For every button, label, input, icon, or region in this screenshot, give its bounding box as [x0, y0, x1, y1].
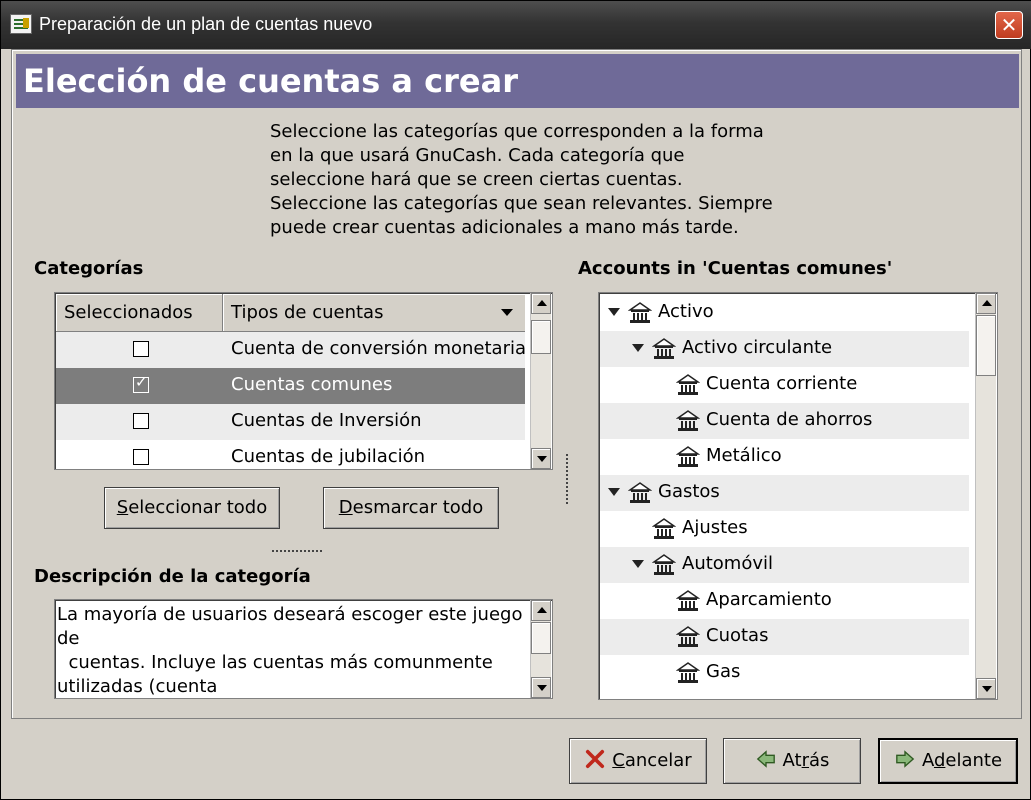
- tree-row[interactable]: Cuenta corriente: [600, 367, 969, 403]
- tree-row[interactable]: Gas: [600, 655, 969, 691]
- category-row[interactable]: Cuenta de conversión monetaria: [56, 332, 527, 368]
- categories-label: Categorías: [34, 258, 144, 279]
- bank-icon: [675, 445, 701, 469]
- cancel-button[interactable]: Cancelar: [569, 738, 707, 784]
- page-header: Elección de cuentas a crear: [16, 54, 1019, 108]
- assistant-window: Preparación de un plan de cuentas nuevo …: [0, 0, 1031, 800]
- tree-row[interactable]: Gastos: [600, 475, 969, 511]
- arrow-right-icon: [896, 750, 915, 768]
- scroll-down-icon[interactable]: [531, 677, 551, 698]
- intro-line: seleccione hará que se creen ciertas cue…: [270, 169, 683, 190]
- list-header-row: Seleccionados Tipos de cuentas: [56, 294, 525, 332]
- category-checkbox[interactable]: [133, 449, 149, 465]
- bank-icon: [651, 517, 677, 541]
- title-bar: Preparación de un plan de cuentas nuevo …: [1, 1, 1031, 49]
- tree-row[interactable]: Cuotas: [600, 619, 969, 655]
- page-body: Elección de cuentas a crear Seleccione l…: [11, 49, 1022, 719]
- scroll-up-icon[interactable]: [976, 293, 996, 314]
- intro-line: Seleccione las categorías que sean relev…: [270, 193, 773, 214]
- tree-row[interactable]: Ajustes: [600, 511, 969, 547]
- expander-icon[interactable]: [632, 560, 644, 568]
- expander-icon[interactable]: [608, 488, 620, 496]
- scroll-thumb[interactable]: [976, 315, 996, 376]
- tree-label: Automóvil: [682, 553, 773, 574]
- app-icon: [10, 14, 32, 34]
- accounts-scrollbar[interactable]: [975, 293, 996, 699]
- bank-icon: [627, 481, 653, 505]
- tree-label: Cuenta de ahorros: [706, 409, 873, 430]
- checkmark-icon: ✓: [135, 373, 148, 391]
- select-all-button[interactable]: Seleccionar todo: [104, 487, 280, 529]
- window-title: Preparación de un plan de cuentas nuevo: [39, 14, 373, 34]
- accounts-label: Accounts in 'Cuentas comunes': [578, 258, 893, 279]
- sort-arrow-icon: [501, 309, 513, 316]
- bank-icon: [675, 373, 701, 397]
- tree-row[interactable]: Automóvil: [600, 547, 969, 583]
- tree-label: Cuenta corriente: [706, 373, 858, 394]
- pane-splitter-horizontal[interactable]: [272, 550, 322, 552]
- scroll-up-icon[interactable]: [531, 600, 551, 621]
- category-row[interactable]: ✓ Cuentas comunes: [56, 368, 525, 404]
- scroll-up-icon[interactable]: [531, 293, 551, 314]
- bank-icon: [675, 625, 701, 649]
- expander-icon[interactable]: [608, 308, 620, 316]
- cancel-icon: [586, 749, 605, 769]
- tree-label: Activo circulante: [682, 337, 833, 358]
- expander-icon[interactable]: [632, 344, 644, 352]
- category-checkbox[interactable]: ✓: [133, 373, 149, 393]
- pane-splitter-vertical[interactable]: [566, 454, 568, 504]
- tree-row[interactable]: Cuenta de ahorros: [600, 403, 969, 439]
- tree-label: Ajustes: [682, 517, 748, 538]
- intro-line: Seleccione las categorías que correspond…: [270, 121, 764, 142]
- description-scrollbar[interactable]: [530, 600, 551, 698]
- intro-line: en la que usará GnuCash. Cada categoría …: [270, 145, 685, 166]
- bank-icon: [627, 301, 653, 325]
- tree-label: Metálico: [706, 445, 782, 466]
- categories-scrollbar[interactable]: [530, 293, 551, 469]
- unselect-all-button[interactable]: Desmarcar todo: [323, 487, 499, 529]
- page-title: Elección de cuentas a crear: [23, 62, 518, 100]
- col-header-selected[interactable]: Seleccionados: [56, 294, 223, 331]
- bank-icon: [675, 661, 701, 685]
- category-row[interactable]: Cuentas de jubilación: [56, 440, 525, 476]
- tree-label: Activo: [658, 301, 714, 322]
- bank-icon: [675, 409, 701, 433]
- category-row[interactable]: Cuentas de Inversión: [56, 404, 525, 440]
- arrow-left-icon: [756, 750, 775, 768]
- intro-line: puede crear cuentas adicionales a mano m…: [270, 217, 739, 238]
- bank-icon: [651, 337, 677, 361]
- category-label: Cuentas de jubilación: [231, 446, 426, 467]
- scroll-down-icon[interactable]: [976, 678, 996, 699]
- description-box: La mayoría de usuarios deseará escoger e…: [54, 599, 553, 699]
- tree-row[interactable]: Activo: [600, 295, 969, 331]
- scroll-thumb[interactable]: [531, 622, 551, 654]
- col-header-types-label: Tipos de cuentas: [231, 302, 384, 323]
- scroll-down-icon[interactable]: [531, 448, 551, 469]
- category-checkbox[interactable]: [133, 413, 149, 429]
- intro-text: Seleccione las categorías que correspond…: [270, 120, 790, 240]
- category-label: Cuenta de conversión monetaria: [231, 338, 527, 359]
- bank-icon: [675, 589, 701, 613]
- col-header-types[interactable]: Tipos de cuentas: [223, 294, 525, 331]
- description-text: La mayoría de usuarios deseará escoger e…: [57, 604, 523, 697]
- bank-icon: [651, 553, 677, 577]
- tree-label: Cuotas: [706, 625, 769, 646]
- categories-list: Seleccionados Tipos de cuentas Cuenta de…: [54, 292, 553, 470]
- scroll-thumb[interactable]: [531, 320, 551, 354]
- tree-label: Aparcamiento: [706, 589, 832, 610]
- tree-label: Gastos: [658, 481, 720, 502]
- close-icon[interactable]: ✕: [995, 11, 1023, 39]
- category-label: Cuentas de Inversión: [231, 410, 422, 431]
- accounts-tree: Activo Activo circulante Cuenta corriente C…: [598, 292, 998, 700]
- category-checkbox[interactable]: [133, 341, 149, 357]
- category-label: Cuentas comunes: [231, 374, 393, 395]
- tree-row[interactable]: Activo circulante: [600, 331, 969, 367]
- tree-row[interactable]: Metálico: [600, 439, 969, 475]
- forward-button[interactable]: Adelante: [878, 738, 1018, 784]
- tree-row[interactable]: Aparcamiento: [600, 583, 969, 619]
- back-button[interactable]: Atrás: [723, 738, 861, 784]
- tree-label: Gas: [706, 661, 741, 682]
- description-label: Descripción de la categoría: [34, 566, 311, 587]
